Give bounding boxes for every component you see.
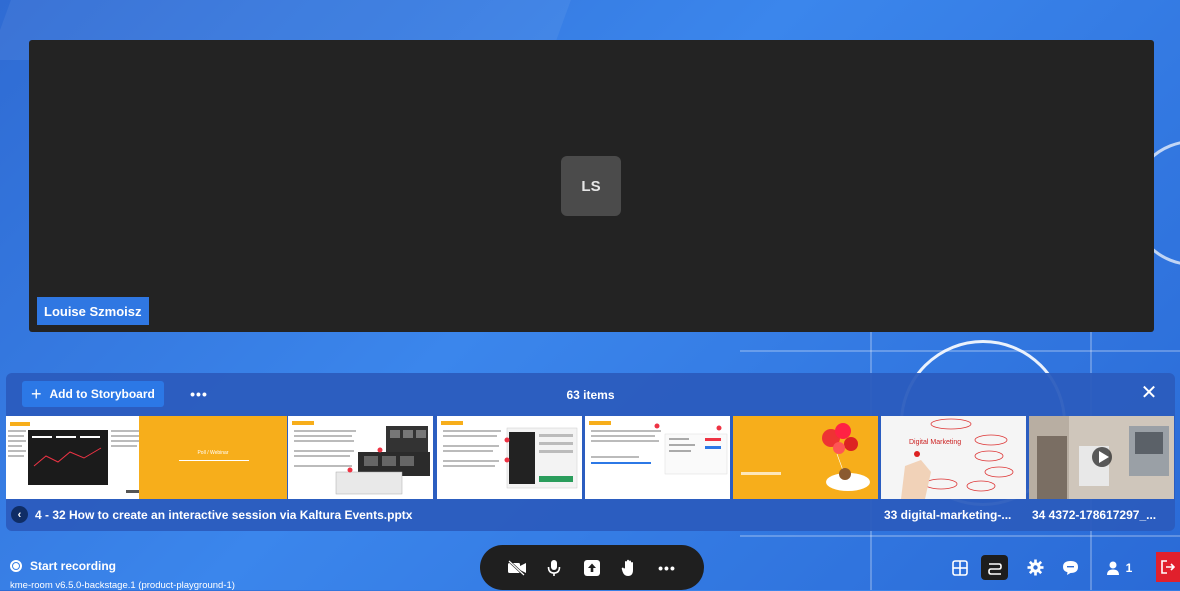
slide-2-title: Poll / Webinar — [197, 450, 228, 456]
exit-icon — [1161, 560, 1175, 574]
record-icon — [10, 560, 22, 572]
storyboard-caption-item-33: 33 digital-marketing-... — [884, 508, 1012, 522]
video-stage: LS Louise Szmoisz — [29, 40, 1154, 332]
storyboard-caption-item-34: 34 4372-178617297_... — [1032, 508, 1157, 522]
participants-count: 1 — [1125, 560, 1133, 575]
media-controls: ••• — [480, 545, 704, 590]
digital-marketing-text: Digital Marketing — [909, 439, 961, 446]
share-screen-icon[interactable] — [581, 557, 603, 579]
start-recording-label: Start recording — [30, 559, 117, 573]
storyboard-caption-bar: ‹ 4 - 32 How to create an interactive se… — [6, 503, 1175, 527]
thumbnail-image-digital-marketing[interactable]: Digital Marketing — [881, 416, 1026, 499]
thumbnail-slide-1[interactable] — [6, 416, 151, 499]
participant-name-tag: Louise Szmoisz — [37, 297, 149, 325]
thumbnail-slide-5[interactable] — [585, 416, 730, 499]
leave-room-button[interactable] — [1156, 552, 1180, 582]
version-text: kme-room v6.5.0-backstage.1 (product-pla… — [10, 580, 235, 591]
chevron-left-icon[interactable]: ‹ — [11, 506, 28, 523]
storyboard-header: + Add to Storyboard ••• 63 items ✕ — [6, 373, 1175, 413]
thumbnail-image-balloons[interactable] — [733, 416, 878, 499]
storyboard-panel: + Add to Storyboard ••• 63 items ✕ Poll … — [6, 373, 1175, 531]
chat-icon[interactable] — [1058, 555, 1082, 580]
thumbnail-slide-4[interactable] — [437, 416, 582, 499]
thumbnail-video-lab[interactable] — [1029, 416, 1174, 499]
grid-layout-icon[interactable] — [948, 555, 972, 580]
storyboard-thumbnails: Poll / Webinar Digital Marketing — [6, 416, 1175, 499]
camera-off-icon[interactable] — [506, 557, 528, 579]
thumbnail-slide-3[interactable] — [288, 416, 433, 499]
settings-gear-icon[interactable] — [1023, 555, 1047, 580]
close-storyboard-button[interactable]: ✕ — [1139, 383, 1159, 403]
storyboard-caption-main: 4 - 32 How to create an interactive sess… — [35, 508, 413, 522]
thumbnail-slide-2[interactable]: Poll / Webinar — [139, 416, 287, 499]
more-options-icon[interactable]: ••• — [656, 557, 678, 579]
storyboard-items-count: 63 items — [566, 388, 615, 402]
microphone-icon[interactable] — [543, 557, 565, 579]
start-recording-button[interactable]: Start recording — [10, 559, 116, 573]
participant-avatar: LS — [561, 156, 621, 216]
raise-hand-icon[interactable] — [618, 557, 640, 579]
storyboard-toggle-icon[interactable] — [981, 555, 1008, 580]
